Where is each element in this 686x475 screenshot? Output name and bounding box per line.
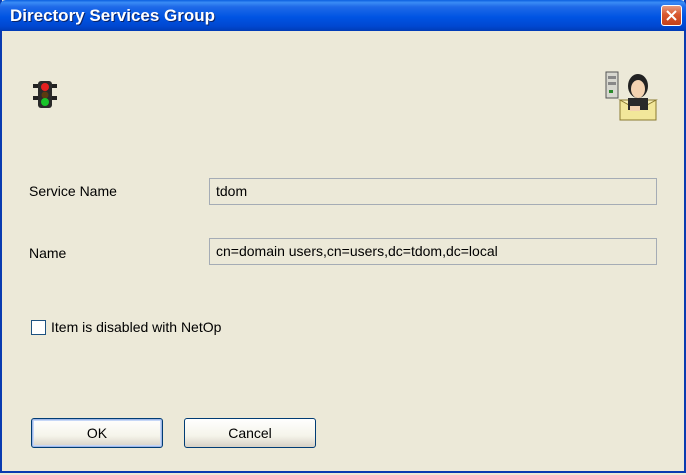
disabled-checkbox[interactable] (31, 320, 46, 335)
service-name-field[interactable]: tdom (209, 178, 657, 205)
dialog-window: Directory Services Group Service Name td… (0, 0, 686, 473)
directory-user-icon (605, 71, 658, 121)
disabled-checkbox-label[interactable]: Item is disabled with NetOp (51, 319, 221, 335)
service-name-label: Service Name (29, 183, 117, 199)
cancel-button[interactable]: Cancel (184, 418, 316, 448)
name-field[interactable]: cn=domain users,cn=users,dc=tdom,dc=loca… (209, 238, 657, 265)
ok-button[interactable]: OK (31, 418, 163, 448)
window-title: Directory Services Group (10, 6, 216, 25)
traffic-light-icon (33, 81, 57, 108)
name-label: Name (29, 245, 67, 261)
close-button[interactable] (661, 5, 682, 26)
close-icon (666, 10, 677, 21)
title-bar[interactable]: Directory Services Group (0, 0, 686, 31)
